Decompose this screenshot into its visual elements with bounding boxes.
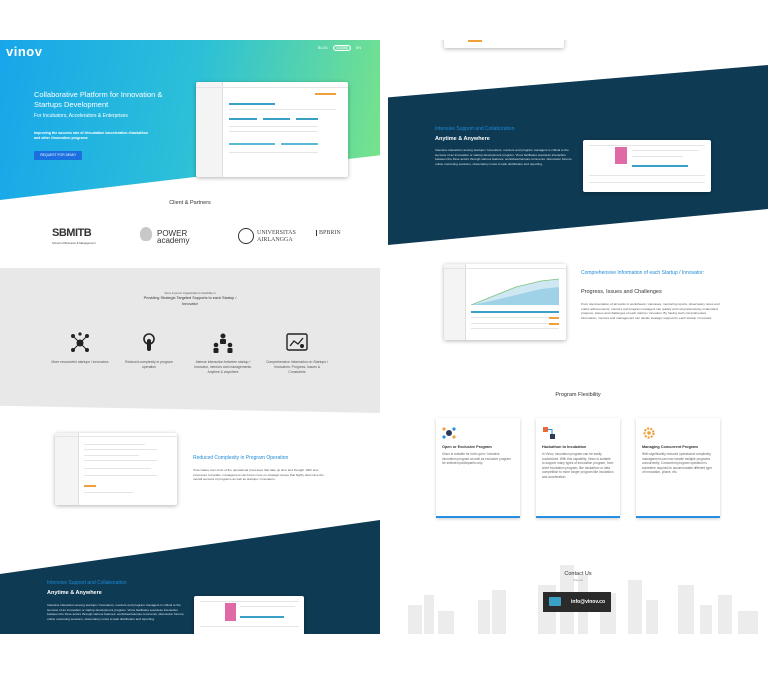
feature-comprehensive: Comprehensive Information on Startups / … (266, 332, 328, 374)
card-hackathon: Hackathon to Incubation In Vinov, innova… (536, 418, 620, 518)
report-icon (286, 332, 308, 354)
value-title: Providing Strategic Targeted Supports to… (143, 296, 237, 306)
card-concurrent-text: With significantly reduced operational c… (642, 452, 713, 475)
support-subtitle-right: Anytime & Anywhere (435, 136, 490, 142)
partners-title: Client & Partners (169, 200, 211, 206)
card-open-program-text: Vinov is suitable for both open / inclus… (442, 452, 511, 466)
contact-title: Contact Us (564, 571, 592, 577)
feature-interaction: Intense interaction between startup / in… (192, 332, 254, 374)
airlangga-logo: UNIVERSITAS AIRLANGGA (257, 230, 296, 243)
contact-subtitle: vinov.co (572, 578, 584, 582)
support-title-right: Intensive Support and Collaboration (435, 126, 515, 132)
top-partial-screenshot (444, 40, 564, 48)
operation-app-screenshot (55, 433, 177, 505)
feature-interaction-text: Intense interaction between startup / in… (194, 360, 252, 374)
hackathon-icon (542, 426, 556, 440)
card-open-program: Open or Exclusive Program Vinov is suita… (436, 418, 520, 518)
support-title: Intensive Support and Collaboration (47, 580, 127, 586)
team-icon (212, 332, 234, 354)
airlangga-seal-icon (238, 228, 254, 244)
vinov-logo[interactable]: vinov (6, 44, 42, 59)
feature-comprehensive-text: Comprehensive Information on Startups / … (266, 360, 328, 374)
city-skyline-illustration (408, 565, 758, 634)
card-hackathon-text: In Vinov, innovation program can be easi… (542, 452, 614, 479)
power-academy-logo: POWER academy (157, 229, 190, 245)
bpbrin-logo: BPBRIN (316, 230, 341, 236)
dashboard-app-screenshot (444, 264, 566, 340)
network-icon (69, 332, 91, 354)
open-program-icon (442, 426, 456, 440)
mail-icon (549, 597, 561, 606)
support-body: Intensive interaction among startups / i… (47, 603, 185, 621)
contact-email-button[interactable]: info@vinov.co (543, 592, 611, 612)
support-body-right: Intensive interaction among startups / i… (435, 148, 573, 166)
nav-blog-link[interactable]: BLOG (318, 46, 328, 50)
card-hackathon-title: Hackathon to Incubation (542, 445, 587, 449)
feature-reduced-complexity-text: Reduced complexity in program operation (125, 360, 173, 369)
hero-subtitle: For Incubators, Accelerators & Enterpris… (34, 113, 128, 119)
feature-resourceful: More resourceful startups / innovators (49, 332, 111, 365)
comprehensive-subtitle: Progress, Issues and Challenges (581, 289, 662, 295)
gear-icon (642, 426, 656, 440)
reduced-complexity-title: Reduced Complexity in Program Operation (193, 455, 289, 461)
comprehensive-body: From documentation of all works in works… (581, 302, 720, 320)
feature-resourceful-text: More resourceful startups / innovators (51, 360, 109, 364)
hero-section: vinov BLOG LOGIN EN Collaborative Platfo… (0, 40, 380, 200)
contact-email-text: info@vinov.co (571, 599, 605, 605)
card-concurrent-title: Managing Concurrent Program (642, 445, 698, 449)
feature-reduced-complexity: Reduced complexity in program operation (118, 332, 180, 370)
request-demo-button[interactable]: REQUEST FOR DEMO (34, 151, 82, 160)
page-right-column: Intensive Support and Collaboration Anyt… (388, 40, 768, 634)
card-open-program-title: Open or Exclusive Program (442, 445, 492, 449)
support-app-screenshot (194, 596, 304, 634)
language-selector[interactable]: EN (356, 46, 361, 50)
page-left-column: vinov BLOG LOGIN EN Collaborative Platfo… (0, 40, 380, 634)
hero-app-screenshot (196, 82, 348, 177)
flexibility-title: Program Flexibility (555, 392, 601, 398)
power-academy-icon (140, 227, 152, 241)
support-app-screenshot-right (583, 140, 711, 192)
sbm-itb-logo: SBMITB (52, 227, 92, 239)
sbm-itb-caption: School of Business & Management (52, 241, 96, 245)
touch-icon (138, 332, 160, 354)
hero-description: Improving the success rate of #incubatio… (34, 131, 148, 140)
card-concurrent: Managing Concurrent Program With signifi… (636, 418, 720, 518)
comprehensive-title: Comprehensive Information of each Startu… (581, 270, 705, 276)
reduced-complexity-body: Vinov takes over most of the operational… (193, 468, 324, 482)
hero-title: Collaborative Platform for Innovation & … (34, 90, 163, 109)
login-button[interactable]: LOGIN (333, 45, 351, 51)
support-subtitle: Anytime & Anywhere (47, 590, 102, 596)
